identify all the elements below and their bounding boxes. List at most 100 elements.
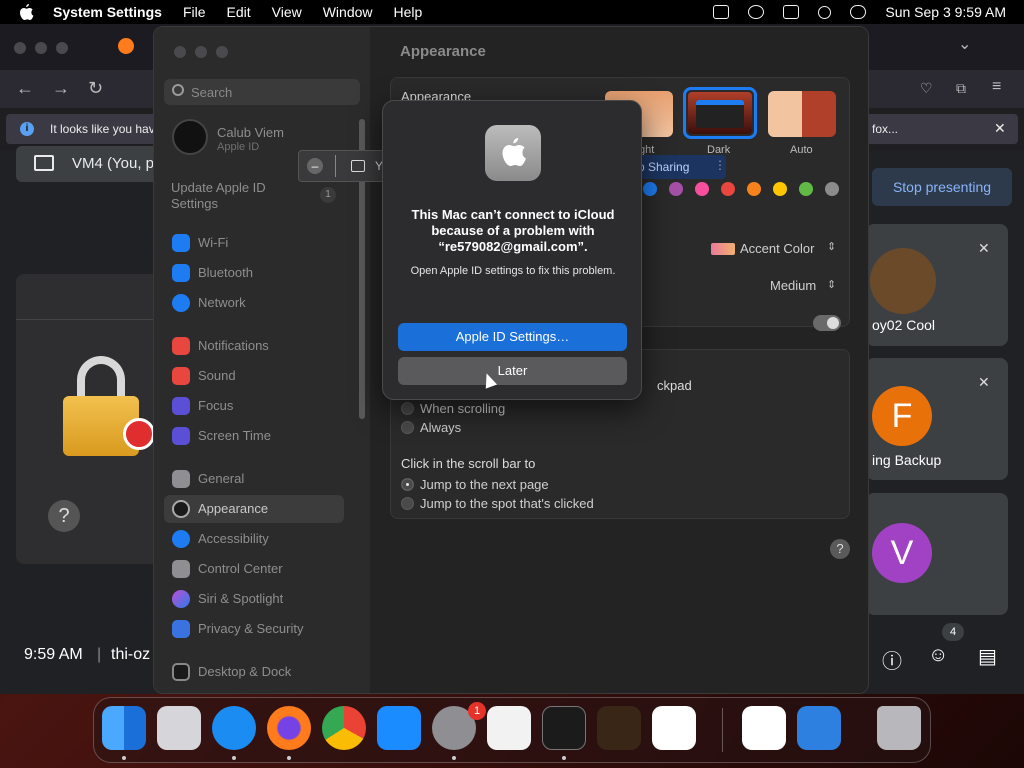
vscode-app[interactable] (652, 706, 696, 750)
accent-color-swatch[interactable] (721, 182, 735, 196)
firefox-app[interactable] (267, 706, 311, 750)
chevron-down-icon[interactable]: ⌄ (958, 34, 971, 54)
radio-when-scrolling[interactable]: When scrolling (401, 400, 505, 418)
forward-icon[interactable]: → (52, 78, 70, 99)
sidebar-item-label: Focus (198, 398, 234, 413)
sidebar-item-focus[interactable]: Focus (164, 392, 344, 420)
accent-color-swatch[interactable] (695, 182, 709, 196)
running-indicator (452, 756, 456, 760)
update-apple-id-item[interactable]: Update Apple ID Settings (171, 180, 291, 212)
participant-tile: F ✕ ing Backup (866, 358, 1008, 480)
search-field[interactable]: Search (164, 79, 360, 105)
participant-avatar: F (872, 386, 932, 446)
radio-button[interactable] (401, 497, 414, 510)
pocket-icon[interactable]: ♡ (920, 80, 933, 97)
sidebar-item-general[interactable]: General (164, 465, 344, 493)
reload-icon[interactable]: ↻ (88, 78, 103, 99)
sidebar-item-screen-time[interactable]: Screen Time (164, 422, 344, 450)
radio-always[interactable]: Always (401, 419, 461, 437)
user-avatar[interactable] (172, 119, 208, 155)
info-icon[interactable]: ⓘ (882, 645, 902, 674)
window-menu[interactable]: Window (323, 4, 373, 20)
terminal-app[interactable] (542, 706, 586, 750)
sidebar-item-network[interactable]: Network (164, 289, 344, 317)
garageband-app[interactable] (597, 706, 641, 750)
update-badge: 1 (320, 187, 336, 203)
settings-sidebar: Search Calub Viem Apple ID Update Apple … (154, 27, 370, 693)
appearance-icon (172, 500, 190, 518)
back-icon[interactable]: ← (16, 78, 34, 99)
radio-button[interactable] (401, 421, 414, 434)
drag-handle-icon[interactable]: ⋮ (714, 158, 726, 172)
radio-button[interactable] (401, 402, 414, 415)
people-icon[interactable]: ☺ (928, 644, 948, 667)
radio-jump-spot-clicked[interactable]: Jump to the spot that's clicked (401, 495, 594, 513)
visual-studio-app[interactable] (742, 706, 786, 750)
sidebar-item-desktop-dock[interactable]: Desktop & Dock (164, 658, 344, 686)
wallpaper-tinting-toggle[interactable] (813, 315, 841, 331)
auto-mode-thumb[interactable] (768, 91, 836, 137)
edit-menu[interactable]: Edit (227, 4, 251, 20)
apple-menu-icon[interactable] (17, 3, 35, 21)
extensions-icon[interactable]: ⧉ (956, 80, 966, 97)
weather-app[interactable] (797, 706, 841, 750)
accent-color-swatch[interactable] (669, 182, 683, 196)
window-icon[interactable] (783, 5, 800, 19)
minimize-icon[interactable]: – (307, 158, 323, 174)
window-controls[interactable] (174, 45, 237, 63)
accent-color-swatch[interactable] (773, 182, 787, 196)
sidebar-item-siri-spotlight[interactable]: Siri & Spotlight (164, 585, 344, 613)
menubar-clock[interactable]: Sun Sep 3 9:59 AM (885, 4, 1006, 20)
safari-app[interactable] (212, 706, 256, 750)
help-button[interactable]: ? (830, 539, 850, 559)
chrome-app[interactable] (322, 706, 366, 750)
sidebar-item-privacy-security[interactable]: Privacy & Security (164, 615, 344, 643)
sidebar-icon-size-popup[interactable]: Medium (770, 278, 816, 293)
view-menu[interactable]: View (272, 4, 302, 20)
radio-label: Jump to the spot that's clicked (420, 496, 594, 511)
play-icon[interactable] (748, 5, 765, 19)
sidebar-item-control-center[interactable]: Control Center (164, 555, 344, 583)
later-button[interactable]: Later (398, 357, 627, 385)
highlight-color-popup[interactable]: Accent Color (740, 241, 814, 256)
participant-tile: ✕ oy02 Cool (866, 224, 1008, 346)
stop-presenting-button[interactable]: Stop presenting (872, 168, 1012, 206)
dark-mode-thumb[interactable] (683, 87, 757, 139)
help-menu[interactable]: Help (394, 4, 423, 20)
accent-color-swatch[interactable] (799, 182, 813, 196)
user-name[interactable]: Calub Viem (217, 125, 284, 140)
app-store-app[interactable] (377, 706, 421, 750)
launchpad-app[interactable] (157, 706, 201, 750)
screen-share-icon[interactable] (713, 5, 730, 19)
menu-icon[interactable]: ≡ (992, 78, 1001, 96)
trash-app[interactable] (877, 706, 921, 750)
close-icon[interactable]: ✕ (994, 120, 1006, 137)
radio-button[interactable] (401, 478, 414, 491)
sidebar-item-accessibility[interactable]: Accessibility (164, 525, 344, 553)
app-menu[interactable]: System Settings (53, 4, 162, 20)
radio-label: Jump to the next page (420, 477, 549, 492)
help-icon[interactable]: ? (48, 500, 80, 532)
meeting-code: thi-oz (111, 646, 151, 663)
accent-color-swatch[interactable] (825, 182, 839, 196)
control-center-icon[interactable] (850, 5, 867, 19)
apple-id-settings-button[interactable]: Apple ID Settings… (398, 323, 627, 351)
sidebar-item-appearance[interactable]: Appearance (164, 495, 344, 523)
sidebar-item-sound[interactable]: Sound (164, 362, 344, 390)
chat-icon[interactable]: ▤ (978, 644, 997, 669)
browser-window-controls[interactable] (14, 41, 77, 59)
radio-jump-next-page[interactable]: Jump to the next page (401, 476, 549, 494)
scroll-section-label: ckpad (657, 378, 692, 393)
spotlight-search-icon[interactable] (818, 5, 832, 19)
sidebar-item-label: Bluetooth (198, 265, 253, 280)
sidebar-item-notifications[interactable]: Notifications (164, 332, 344, 360)
sidebar-item-bluetooth[interactable]: Bluetooth (164, 259, 344, 287)
share-icon[interactable] (351, 160, 365, 172)
file-menu[interactable]: File (183, 4, 206, 20)
sidebar-item-wifi[interactable]: Wi-Fi (164, 229, 344, 257)
auto-mode-label: Auto (790, 144, 813, 156)
accent-color-swatch[interactable] (643, 182, 657, 196)
finder-app[interactable] (102, 706, 146, 750)
accent-color-swatch[interactable] (747, 182, 761, 196)
textedit-app[interactable] (487, 706, 531, 750)
